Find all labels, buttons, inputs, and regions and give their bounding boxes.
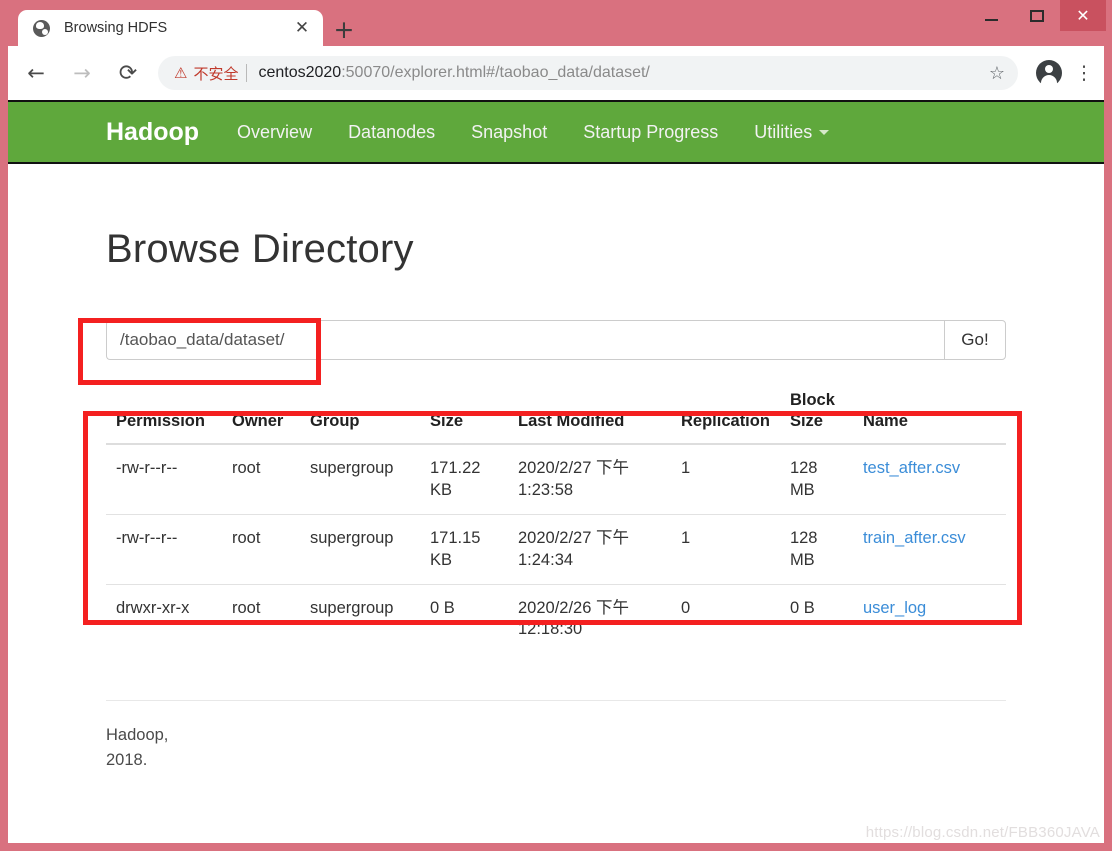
minimize-icon[interactable]	[968, 0, 1014, 31]
footer-line-2: 2018.	[106, 751, 148, 770]
page-viewport: Hadoop Overview Datanodes Snapshot Start…	[8, 100, 1104, 843]
window-controls: ✕	[968, 0, 1106, 31]
table-row: -rw-r--r-- root supergroup 171.15 KB 202…	[106, 514, 1006, 585]
path-input-group: Go!	[106, 320, 1006, 360]
footer-line-1: Hadoop,	[106, 725, 169, 744]
file-link[interactable]: train_after.csv	[863, 529, 966, 547]
url-host: centos2020	[258, 64, 342, 81]
table-row: drwxr-xr-x root supergroup 0 B 2020/2/26…	[106, 583, 1006, 654]
browser-window: Browsing HDFS ✕ + ✕ ← → ⟳ ⚠ 不安全 centos20…	[0, 0, 1112, 851]
browser-toolbar: ← → ⟳ ⚠ 不安全 centos2020:50070/explorer.ht…	[8, 46, 1104, 100]
cell-group: supergroup	[310, 459, 394, 478]
cell-permission: -rw-r--r--	[106, 514, 222, 585]
cell-group: supergroup	[300, 583, 420, 654]
cell-group: supergroup	[300, 514, 420, 585]
cell-last-modified: 2020/2/26 下午 12:18:30	[508, 583, 671, 654]
browser-tab[interactable]: Browsing HDFS ✕	[18, 10, 323, 46]
url-path: :50070/explorer.html#/taobao_data/datase…	[341, 64, 650, 81]
cell-last-modified: 2020/2/27 下午 1:24:34	[508, 514, 671, 585]
url-text[interactable]: centos2020:50070/explorer.html#/taobao_d…	[258, 64, 982, 82]
cell-block-size: 0 B	[779, 583, 853, 654]
column-header-size: Size	[420, 390, 508, 446]
new-tab-button[interactable]: +	[332, 17, 356, 42]
nav-link-snapshot[interactable]: Snapshot	[471, 122, 547, 143]
table-body: -rw-r--r-- root supergroup 171.22 KB 202…	[106, 444, 1006, 654]
cell-replication: 1	[671, 514, 780, 585]
globe-icon	[33, 19, 50, 37]
directory-link[interactable]: user_log	[863, 599, 926, 617]
column-header-name: Name	[852, 390, 1006, 446]
cell-name: train_after.csv	[852, 514, 1006, 585]
go-button[interactable]: Go!	[944, 320, 1006, 360]
column-header-owner: Owner	[222, 390, 300, 446]
cell-replication: 1	[681, 459, 691, 478]
tab-title: Browsing HDFS	[64, 20, 168, 36]
security-status-label[interactable]: 不安全	[193, 63, 238, 84]
hadoop-navbar: Hadoop Overview Datanodes Snapshot Start…	[8, 100, 1104, 164]
minimize-glyph	[984, 18, 998, 21]
page-footer: Hadoop, 2018.	[106, 723, 226, 774]
table-header-row: Permission Owner Group Size Last Modifie…	[106, 390, 1006, 446]
maximize-glyph	[1030, 9, 1044, 22]
cell-owner: root	[222, 514, 300, 585]
bookmark-star-icon[interactable]: ☆	[982, 58, 1012, 88]
nav-link-startup-progress[interactable]: Startup Progress	[583, 122, 718, 143]
nav-link-utilities-label: Utilities	[754, 121, 813, 142]
omnibox-divider	[246, 64, 248, 82]
column-header-replication: Replication	[671, 390, 780, 446]
column-header-block-size: Block Size	[779, 390, 853, 446]
cell-size: 171.22 KB	[430, 459, 481, 499]
maximize-icon[interactable]	[1014, 0, 1060, 31]
cell-owner: root	[222, 583, 300, 654]
close-icon[interactable]: ✕	[289, 15, 315, 41]
file-link[interactable]: test_after.csv	[863, 459, 960, 477]
cell-name: test_after.csv	[853, 444, 1006, 514]
nav-link-utilities[interactable]: Utilities	[754, 121, 830, 143]
file-listing-table: Permission Owner Group Size Last Modifie…	[106, 390, 1006, 654]
back-icon[interactable]: ←	[18, 55, 54, 91]
table-row: -rw-r--r-- root supergroup 171.22 KB 202…	[106, 444, 1006, 514]
profile-avatar-icon[interactable]	[1036, 60, 1062, 86]
cell-block-size: 128 MB	[779, 514, 853, 585]
nav-link-datanodes[interactable]: Datanodes	[348, 122, 435, 143]
kebab-menu-icon[interactable]: ⋮	[1070, 58, 1098, 88]
cell-last-modified: 2020/2/27 下午 1:23:58	[518, 459, 629, 499]
page-title: Browse Directory	[106, 227, 414, 271]
column-header-group: Group	[300, 390, 420, 446]
reload-icon[interactable]: ⟳	[110, 55, 146, 91]
footer-divider	[106, 699, 1006, 701]
address-bar[interactable]: ⚠ 不安全 centos2020:50070/explorer.html#/ta…	[158, 56, 1018, 90]
cell-replication: 0	[671, 583, 780, 654]
cell-owner: root	[232, 459, 261, 478]
hadoop-brand[interactable]: Hadoop	[106, 118, 199, 147]
watermark-text: https://blog.csdn.net/FBB360JAVA	[865, 824, 1100, 841]
cell-size: 171.15 KB	[420, 514, 508, 585]
chevron-down-icon	[819, 129, 830, 135]
column-header-last-modified: Last Modified	[508, 390, 671, 446]
window-close-icon[interactable]: ✕	[1060, 0, 1106, 31]
directory-path-input[interactable]	[106, 320, 944, 360]
warning-icon: ⚠	[174, 64, 188, 82]
cell-permission: -rw-r--r--	[116, 459, 178, 478]
column-header-permission: Permission	[106, 390, 222, 446]
cell-size: 0 B	[420, 583, 508, 654]
table-head: Permission Owner Group Size Last Modifie…	[106, 390, 1006, 446]
cell-name: user_log	[852, 583, 1006, 654]
page-content: Browse Directory Go! Permission Owner Gr…	[8, 227, 1104, 774]
nav-link-overview[interactable]: Overview	[237, 122, 312, 143]
cell-block-size: 128 MB	[789, 459, 818, 499]
cell-permission: drwxr-xr-x	[106, 583, 222, 654]
forward-icon[interactable]: →	[64, 55, 100, 91]
tab-strip: Browsing HDFS ✕ + ✕	[0, 0, 1112, 46]
